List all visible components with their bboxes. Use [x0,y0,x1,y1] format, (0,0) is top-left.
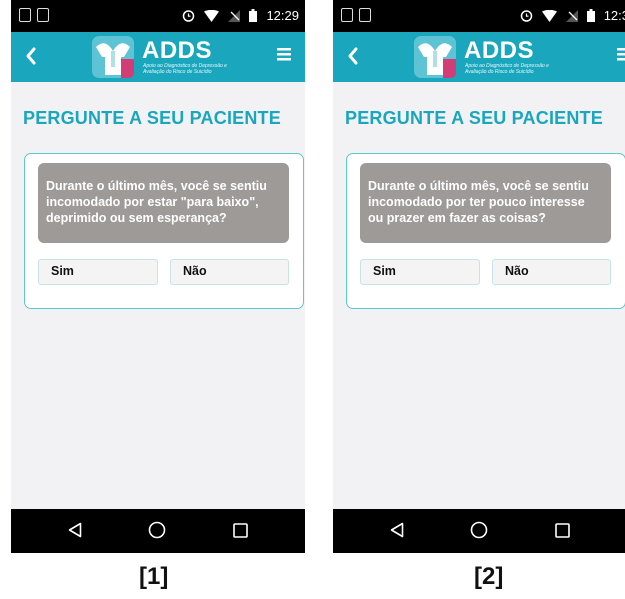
brand-tagline: Apoio ao Diagnóstico de Depressão e Aval… [465,63,549,75]
status-bar: 12:29 [11,0,305,32]
app-bar: ADDS Apoio ao Diagnóstico de Depressão e… [333,32,625,82]
figure-caption-1: [1] [139,563,169,590]
navigation-bar [333,509,625,553]
answer-no-button[interactable]: Não [170,259,289,285]
adds-logo [414,36,456,78]
image-status-icon [359,8,371,22]
phone-screen-1: 12:29 ADDS Apoio ao Diagnóstico de Depre… [11,0,305,553]
nav-recents-icon[interactable] [233,523,248,538]
nav-recents-icon[interactable] [555,523,570,538]
answer-no-button[interactable]: Não [492,259,611,285]
answer-yes-button[interactable]: Sim [38,259,158,285]
nav-back-icon[interactable] [68,522,82,538]
no-signal-icon [565,9,578,22]
nav-home-icon[interactable] [148,521,166,539]
app-bar: ADDS Apoio ao Diagnóstico de Depressão e… [11,32,305,82]
alarm-icon [520,10,532,22]
nav-back-icon[interactable] [390,522,404,538]
alarm-icon [183,10,195,22]
navigation-bar [11,509,305,553]
answer-yes-button[interactable]: Sim [360,259,480,285]
wifi-icon [541,9,557,22]
phone-status-icon [19,8,31,22]
question-card: Durante o último mês, você se sentiu inc… [24,153,304,309]
no-signal-icon [228,9,241,22]
status-time: 12:29 [266,8,299,23]
adds-logo [92,36,134,78]
question-text: Durante o último mês, você se sentiu inc… [38,163,289,243]
brand-tagline: Apoio ao Diagnóstico de Depressão e Aval… [143,63,227,75]
question-text: Durante o último mês, você se sentiu inc… [360,163,611,243]
battery-icon [249,9,258,22]
page-title: PERGUNTE A SEU PACIENTE [23,108,281,128]
brand-name: ADDS [464,37,535,64]
wifi-icon [204,9,220,22]
page-title: PERGUNTE A SEU PACIENTE [345,108,603,128]
brand-name: ADDS [142,37,213,64]
figure-caption-2: [2] [474,563,504,590]
phone-screen-2: 12:3 ADDS Apoio ao Diagnóstico de Depres… [333,0,625,553]
phone-status-icon [341,8,353,22]
menu-icon[interactable] [277,48,291,61]
status-time: 12:3 [603,8,625,23]
battery-icon [586,9,595,22]
back-chevron-icon[interactable] [347,46,359,66]
back-chevron-icon[interactable] [25,46,37,66]
nav-home-icon[interactable] [470,521,488,539]
image-status-icon [37,8,49,22]
menu-icon[interactable] [617,48,625,61]
status-bar: 12:3 [333,0,625,32]
question-card: Durante o último mês, você se sentiu inc… [346,153,625,309]
